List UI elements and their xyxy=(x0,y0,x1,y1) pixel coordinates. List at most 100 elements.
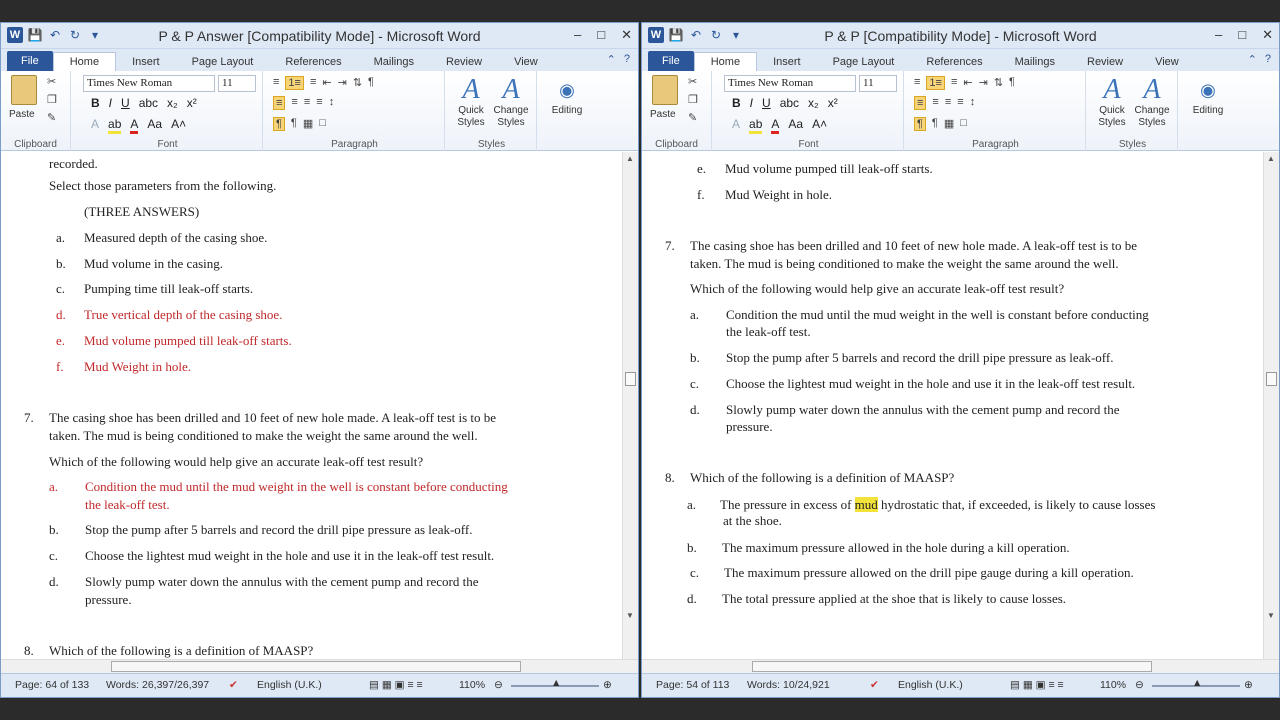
superscript-icon[interactable]: x² xyxy=(828,96,838,110)
zoom-in-icon[interactable]: ⊕ xyxy=(603,679,612,691)
rtl-icon[interactable]: ¶ xyxy=(291,117,297,131)
subscript-icon[interactable]: x₂ xyxy=(808,96,819,110)
tab-view[interactable]: View xyxy=(1139,53,1195,71)
language-indicator[interactable]: English (U.K.) xyxy=(898,679,963,691)
line-spacing-icon[interactable]: ↕ xyxy=(970,96,976,110)
numbering-icon[interactable]: 1≡ xyxy=(926,76,945,90)
scroll-down-icon[interactable]: ▼ xyxy=(626,611,634,620)
maximize-icon[interactable]: □ xyxy=(597,27,605,43)
strikethrough-icon[interactable]: abc xyxy=(139,96,158,110)
highlight-icon[interactable]: ab xyxy=(749,117,763,134)
maximize-icon[interactable]: □ xyxy=(1238,27,1246,43)
word-count[interactable]: Words: 10/24,921 xyxy=(747,679,830,691)
cut-icon[interactable]: ✂ xyxy=(688,75,697,88)
font-color-icon[interactable]: A xyxy=(130,117,139,134)
change-styles-button[interactable]: A Change Styles xyxy=(1132,75,1172,129)
rtl-icon[interactable]: ¶ xyxy=(932,117,938,131)
font-size-box[interactable]: 11 xyxy=(218,75,256,92)
font-color-icon[interactable]: A xyxy=(771,117,780,134)
ltr-icon[interactable]: ¶ xyxy=(273,117,285,131)
tab-insert[interactable]: Insert xyxy=(116,53,176,71)
zoom-in-icon[interactable]: ⊕ xyxy=(1244,679,1253,691)
tab-references[interactable]: References xyxy=(269,53,357,71)
editing-button[interactable]: ◉ Editing xyxy=(541,75,593,117)
zoom-out-icon[interactable]: ⊖ xyxy=(1135,679,1144,691)
show-marks-icon[interactable]: ¶ xyxy=(368,76,374,90)
tab-home[interactable]: Home xyxy=(693,52,758,71)
align-right-icon[interactable]: ≡ xyxy=(945,96,951,110)
subscript-icon[interactable]: x₂ xyxy=(167,96,178,110)
ltr-icon[interactable]: ¶ xyxy=(914,117,926,131)
increase-indent-icon[interactable]: ⇥ xyxy=(338,76,347,90)
view-buttons[interactable]: ▤ ▦ ▣ ≡ ≡ xyxy=(369,679,423,691)
horizontal-scroll-thumb[interactable] xyxy=(752,661,1152,672)
tab-file[interactable]: File xyxy=(648,51,694,71)
tab-home[interactable]: Home xyxy=(52,52,117,71)
align-right-icon[interactable]: ≡ xyxy=(304,96,310,110)
grow-font-icon[interactable]: A˄ xyxy=(812,117,827,134)
page-counter[interactable]: Page: 54 of 113 xyxy=(656,679,729,691)
superscript-icon[interactable]: x² xyxy=(187,96,197,110)
scroll-up-icon[interactable]: ▲ xyxy=(1267,154,1275,163)
cut-icon[interactable]: ✂ xyxy=(47,75,56,88)
font-name-box[interactable]: Times New Roman xyxy=(724,75,856,92)
font-name-box[interactable]: Times New Roman xyxy=(83,75,215,92)
format-painter-icon[interactable]: ✎ xyxy=(47,111,56,124)
line-spacing-icon[interactable]: ↕ xyxy=(329,96,335,110)
minimize-ribbon-icon[interactable]: ⌃ xyxy=(607,53,616,66)
tab-mailings[interactable]: Mailings xyxy=(999,53,1071,71)
horizontal-scrollbar[interactable] xyxy=(1,659,638,673)
borders-icon[interactable]: □ xyxy=(960,117,967,131)
close-icon[interactable]: ✕ xyxy=(1262,27,1273,43)
zoom-level[interactable]: 110% xyxy=(1100,679,1126,691)
text-effects-icon[interactable]: A xyxy=(732,117,740,134)
proofing-icon[interactable]: ✔ xyxy=(229,679,238,691)
document-area[interactable]: e. Mud volume pumped till leak-off starts… xyxy=(642,152,1263,666)
align-center-icon[interactable]: ≡ xyxy=(932,96,938,110)
borders-icon[interactable]: □ xyxy=(319,117,326,131)
paste-button[interactable]: Paste xyxy=(9,109,35,120)
strikethrough-icon[interactable]: abc xyxy=(780,96,799,110)
vertical-scroll-thumb[interactable] xyxy=(1266,372,1277,386)
help-icon[interactable]: ? xyxy=(624,53,630,66)
language-indicator[interactable]: English (U.K.) xyxy=(257,679,322,691)
editing-button[interactable]: ◉ Editing xyxy=(1182,75,1234,117)
page-counter[interactable]: Page: 64 of 133 xyxy=(15,679,89,691)
minimize-icon[interactable]: – xyxy=(1215,27,1222,43)
tab-insert[interactable]: Insert xyxy=(757,53,817,71)
zoom-thumb[interactable]: ▲ xyxy=(1192,677,1202,689)
vertical-scroll-thumb[interactable] xyxy=(625,372,636,386)
proofing-icon[interactable]: ✔ xyxy=(870,679,879,691)
paste-icon[interactable] xyxy=(11,75,37,105)
scroll-up-icon[interactable]: ▲ xyxy=(626,154,634,163)
justify-icon[interactable]: ≡ xyxy=(957,96,963,110)
help-icon[interactable]: ? xyxy=(1265,53,1271,66)
minimize-icon[interactable]: – xyxy=(574,27,581,43)
bold-icon[interactable]: B xyxy=(91,96,100,110)
tab-page-layout[interactable]: Page Layout xyxy=(176,53,270,71)
change-case-icon[interactable]: Aa xyxy=(788,117,803,134)
sort-icon[interactable]: ⇅ xyxy=(994,76,1003,90)
document-area[interactable]: recorded. Select those parameters from th… xyxy=(1,152,622,666)
align-center-icon[interactable]: ≡ xyxy=(291,96,297,110)
increase-indent-icon[interactable]: ⇥ xyxy=(979,76,988,90)
underline-icon[interactable]: U xyxy=(121,96,130,110)
minimize-ribbon-icon[interactable]: ⌃ xyxy=(1248,53,1257,66)
shading-icon[interactable]: ▦ xyxy=(944,117,954,131)
tab-file[interactable]: File xyxy=(7,51,53,71)
bold-icon[interactable]: B xyxy=(732,96,741,110)
decrease-indent-icon[interactable]: ⇤ xyxy=(963,76,972,90)
copy-icon[interactable]: ❐ xyxy=(688,93,698,106)
multilevel-list-icon[interactable]: ≡ xyxy=(310,76,316,90)
tab-references[interactable]: References xyxy=(910,53,998,71)
format-painter-icon[interactable]: ✎ xyxy=(688,111,697,124)
highlight-icon[interactable]: ab xyxy=(108,117,122,134)
quick-styles-button[interactable]: A Quick Styles xyxy=(1094,75,1130,129)
zoom-thumb[interactable]: ▲ xyxy=(551,677,561,689)
vertical-scrollbar[interactable]: ▲ ▼ xyxy=(622,152,638,666)
zoom-out-icon[interactable]: ⊖ xyxy=(494,679,503,691)
underline-icon[interactable]: U xyxy=(762,96,771,110)
tab-review[interactable]: Review xyxy=(1071,53,1139,71)
align-left-icon[interactable]: ≡ xyxy=(914,96,927,110)
zoom-level[interactable]: 110% xyxy=(459,679,485,691)
